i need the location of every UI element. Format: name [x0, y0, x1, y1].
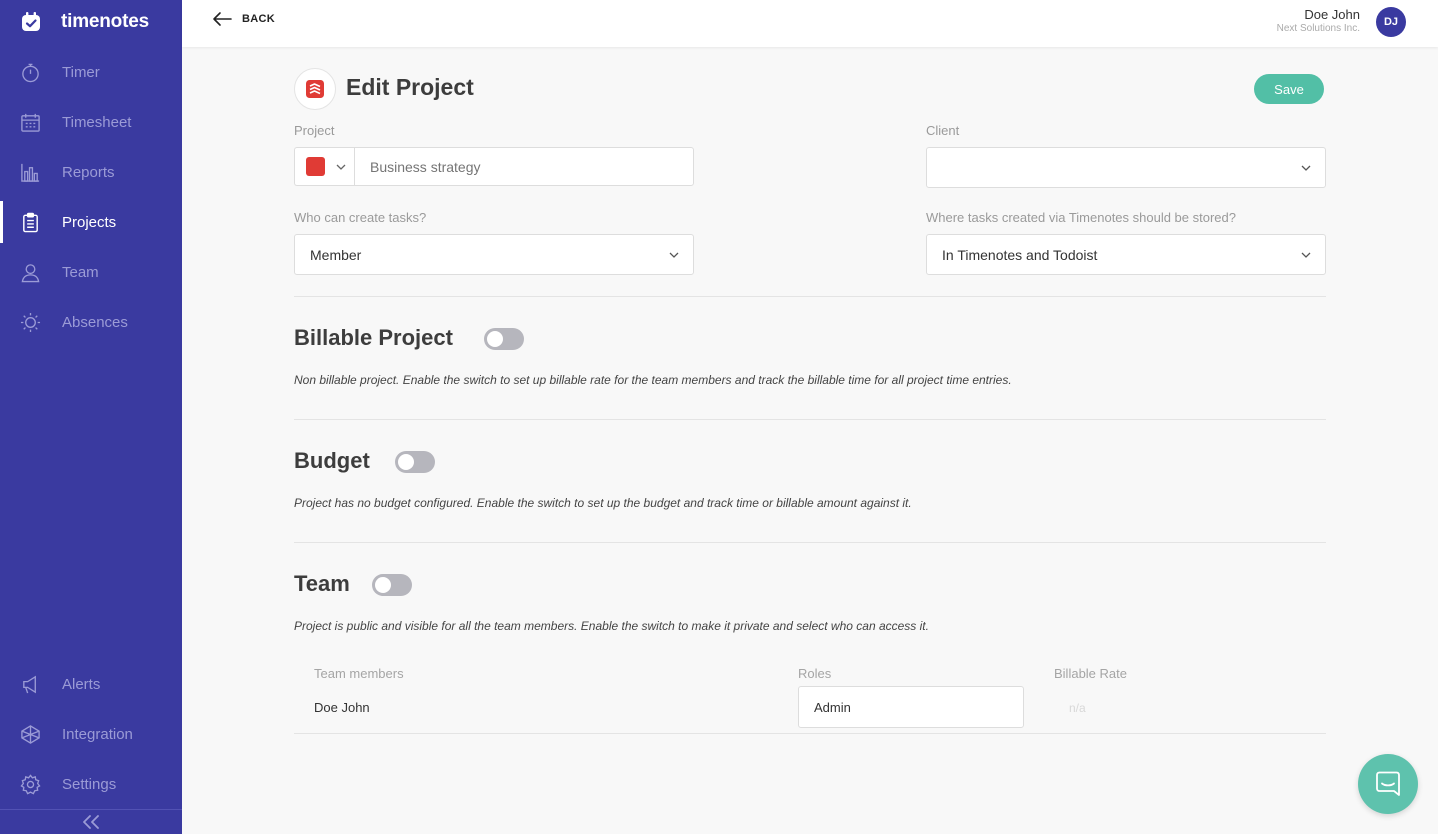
sidebar-item-label: Projects: [62, 213, 117, 231]
collapse-sidebar-button[interactable]: [0, 809, 182, 834]
user-company: Next Solutions Inc.: [1276, 23, 1360, 34]
sidebar-item-label: Settings: [62, 775, 117, 793]
chevron-down-icon: [669, 252, 679, 258]
topbar: BACK Doe John Next Solutions Inc. DJ: [182, 0, 1438, 47]
sidebar-item-label: Team: [62, 263, 99, 281]
sidebar-item-settings[interactable]: Settings: [0, 759, 182, 809]
sun-icon: [20, 312, 41, 332]
team-title: Team: [294, 571, 350, 596]
calendar-grid-icon: [21, 113, 40, 132]
toggle-knob: [375, 577, 391, 593]
team-description: Project is public and visible for all th…: [294, 619, 929, 633]
storage-label: Where tasks created via Timenotes should…: [926, 210, 1236, 225]
sidebar-item-timesheet[interactable]: Timesheet: [0, 97, 182, 147]
todoist-project-icon: [294, 68, 336, 110]
column-header-team-members: Team members: [314, 666, 404, 681]
megaphone-icon: [23, 675, 36, 693]
divider: [294, 419, 1326, 420]
gear-icon: [20, 773, 41, 794]
title-row: Edit Project Save: [294, 68, 1326, 110]
stopwatch-icon: [22, 63, 39, 82]
project-label: Project: [294, 123, 335, 138]
toggle-knob: [487, 331, 503, 347]
chat-icon: [1376, 771, 1400, 796]
toggle-knob: [398, 454, 414, 470]
divider: [294, 296, 1326, 297]
sidebar-item-projects[interactable]: Projects: [0, 197, 182, 247]
client-select[interactable]: [926, 147, 1326, 188]
timenotes-logo-icon: [22, 12, 40, 31]
column-header-billable-rate: Billable Rate: [1054, 666, 1127, 681]
sidebar-item-label: Absences: [62, 313, 128, 331]
chevron-down-icon: [1301, 165, 1311, 171]
sidebar-item-label: Timer: [62, 63, 100, 81]
sidebar-nav: Timer Timesheet Reports Projects Team Ab…: [0, 47, 182, 347]
budget-toggle[interactable]: [395, 451, 435, 473]
client-label: Client: [926, 123, 960, 138]
storage-value: In Timenotes and Todoist: [942, 246, 1098, 263]
avatar[interactable]: DJ: [1376, 7, 1406, 37]
project-color-picker[interactable]: [294, 147, 355, 186]
brand-name: timenotes: [61, 11, 149, 32]
user-info[interactable]: Doe John Next Solutions Inc.: [1277, 7, 1360, 34]
budget-description: Project has no budget configured. Enable…: [294, 496, 912, 510]
billable-rate-value: n/a: [1069, 701, 1086, 715]
project-color-swatch: [306, 157, 325, 176]
column-header-roles: Roles: [798, 666, 832, 681]
billable-title: Billable Project: [294, 325, 453, 350]
storage-select[interactable]: In Timenotes and Todoist: [926, 234, 1326, 275]
chevron-down-icon: [1301, 252, 1311, 258]
double-chevron-left-icon: [83, 815, 99, 829]
sidebar-bottom-nav: Alerts Integration Settings: [0, 659, 182, 809]
sidebar-item-alerts[interactable]: Alerts: [0, 659, 182, 709]
user-icon: [21, 263, 40, 282]
chat-support-button[interactable]: [1358, 754, 1418, 814]
divider: [294, 733, 1326, 734]
member-name: Doe John: [314, 700, 370, 715]
role-value: Admin: [814, 699, 851, 715]
sidebar-item-reports[interactable]: Reports: [0, 147, 182, 197]
billable-toggle[interactable]: [484, 328, 524, 350]
save-button[interactable]: Save: [1254, 74, 1324, 104]
bar-chart-icon: [21, 163, 40, 182]
integration-icon: [21, 724, 40, 744]
sidebar-item-integration[interactable]: Integration: [0, 709, 182, 759]
sidebar-item-absences[interactable]: Absences: [0, 297, 182, 347]
sidebar-item-label: Reports: [62, 163, 115, 181]
back-label: BACK: [242, 13, 275, 25]
sidebar-item-label: Integration: [62, 725, 133, 743]
sidebar-item-team[interactable]: Team: [0, 247, 182, 297]
budget-title: Budget: [294, 448, 370, 473]
user-name: Doe John: [1304, 7, 1360, 22]
chevron-down-icon: [336, 164, 346, 170]
todoist-icon: [306, 80, 324, 98]
back-button[interactable]: BACK: [212, 11, 275, 27]
sidebar-item-timer[interactable]: Timer: [0, 47, 182, 97]
role-select[interactable]: Admin: [798, 686, 1024, 728]
clipboard-icon: [23, 212, 38, 232]
arrow-left-icon: [213, 12, 232, 26]
team-toggle[interactable]: [372, 574, 412, 596]
create-tasks-select[interactable]: Member: [294, 234, 694, 275]
page-title: Edit Project: [346, 74, 474, 100]
create-tasks-label: Who can create tasks?: [294, 210, 427, 225]
project-name-input[interactable]: [354, 147, 694, 186]
brand[interactable]: timenotes: [20, 10, 149, 34]
billable-description: Non billable project. Enable the switch …: [294, 373, 1012, 387]
sidebar: timenotes Timer Timesheet Reports Projec…: [0, 0, 182, 834]
sidebar-item-label: Alerts: [62, 675, 101, 693]
divider: [294, 542, 1326, 543]
sidebar-item-label: Timesheet: [62, 113, 132, 131]
create-tasks-value: Member: [310, 246, 362, 263]
